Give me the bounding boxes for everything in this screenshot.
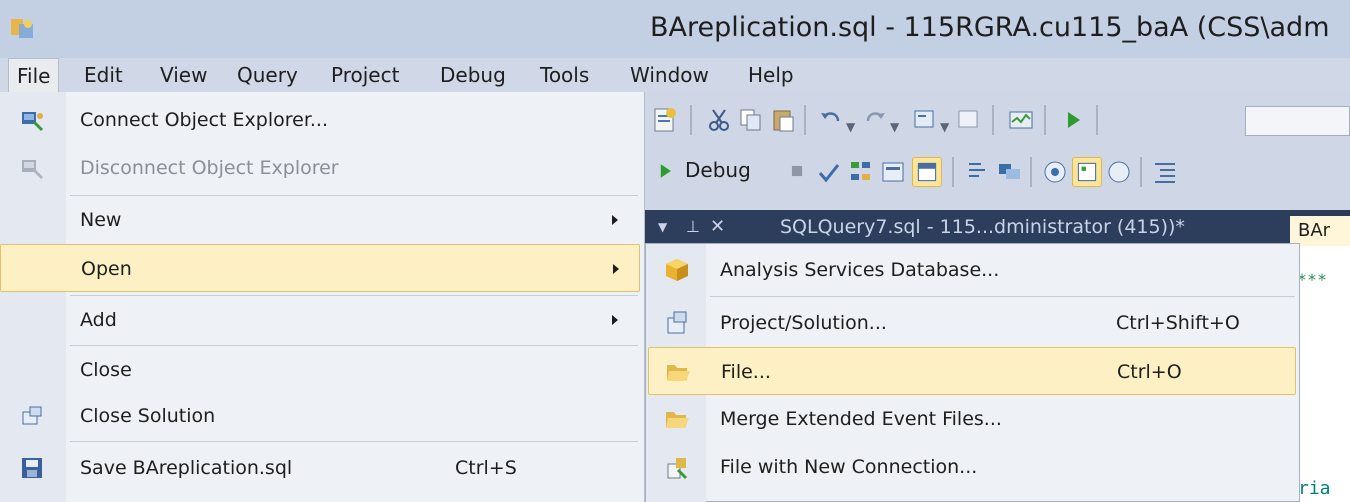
menu-item-label: Close Solution — [80, 405, 216, 427]
menu-item-label: Save BAreplication.sql — [80, 457, 293, 479]
window-title: BAreplication.sql - 115RGRA.cu115_baA (C… — [650, 12, 1330, 43]
menu-item-label: New — [80, 209, 122, 231]
menu-item-shortcut: Ctrl+O — [1117, 361, 1182, 383]
stop-icon[interactable] — [786, 160, 808, 182]
menu-item-label: Analysis Services Database... — [720, 259, 1000, 281]
tab-sqlquery7[interactable]: ▼ ⊥ ✕ SQLQuery7.sql - 115...dministrator… — [640, 210, 1290, 244]
include-plan-icon[interactable] — [1042, 159, 1068, 185]
menu-item-label: Add — [80, 309, 117, 331]
sql-editor-toolbar: Debug — [640, 148, 1350, 196]
paste-icon[interactable] — [770, 107, 796, 133]
redo-icon[interactable] — [862, 107, 888, 133]
menu-item-label: Project/Solution... — [720, 312, 887, 334]
navigate-backward-icon[interactable] — [912, 107, 938, 133]
submenu-arrow-icon — [612, 215, 618, 225]
menu-item-label: File with New Connection... — [720, 456, 978, 478]
project-icon — [667, 311, 687, 334]
file-connection-icon — [667, 458, 688, 480]
menu-window[interactable]: Window — [630, 58, 709, 92]
menu-separator — [70, 441, 638, 442]
submenu-arrow-icon — [613, 264, 619, 274]
menu-query[interactable]: Query — [237, 58, 298, 92]
pin-icon[interactable]: ⊥ — [686, 210, 700, 244]
menu-item-label: Close — [80, 359, 132, 381]
nav-dropdown-icon[interactable]: ▼ — [940, 120, 949, 134]
execute-icon[interactable] — [1060, 107, 1086, 133]
comment-lines-icon[interactable] — [966, 159, 992, 185]
tab-label: SQLQuery7.sql - 115...dministrator (415)… — [780, 216, 1185, 238]
menu-item-label: Merge Extended Event Files... — [720, 408, 1002, 430]
menu-item-disconnect-object-explorer[interactable]: Disconnect Object Explorer — [0, 144, 640, 192]
editor-code-text: ria — [1298, 478, 1331, 499]
undo-dropdown-icon[interactable]: ▼ — [846, 120, 855, 134]
close-tab-icon[interactable]: ✕ — [710, 210, 725, 244]
results-to-grid-icon[interactable] — [912, 157, 942, 187]
menu-item-label: Connect Object Explorer... — [80, 109, 329, 131]
menu-bar: File Edit View Query Project Debug Tools… — [0, 58, 1350, 92]
menu-item-connect-object-explorer[interactable]: Connect Object Explorer... — [0, 96, 640, 144]
menu-item-label: File... — [721, 361, 771, 383]
menu-item-label: Open — [81, 258, 132, 280]
menu-item-shortcut: Ctrl+Shift+O — [1116, 312, 1240, 334]
menu-edit[interactable]: Edit — [84, 58, 123, 92]
menu-tools[interactable]: Tools — [540, 58, 589, 92]
debug-button[interactable]: Debug — [685, 158, 751, 182]
editor-comment-text: *** — [1298, 270, 1328, 289]
submenu-arrow-icon — [612, 315, 618, 325]
undo-icon[interactable] — [818, 107, 844, 133]
submenu-item-file[interactable]: File... Ctrl+O — [648, 347, 1296, 395]
cut-icon[interactable] — [706, 107, 732, 133]
query-options-icon[interactable] — [880, 159, 906, 185]
title-bar: BAreplication.sql - 115RGRA.cu115_baA (C… — [0, 0, 1350, 58]
copy-icon[interactable] — [738, 107, 764, 133]
client-stats-icon[interactable] — [1106, 159, 1132, 185]
menu-item-shortcut: Ctrl+S — [455, 457, 517, 479]
open-submenu: Analysis Services Database... Project/So… — [645, 243, 1300, 502]
toolbar-area: ▼ ▼ ▼ Debug — [640, 92, 1350, 210]
folder-open-icon — [666, 412, 689, 428]
tab-bareplication[interactable]: BAr — [1290, 216, 1350, 246]
menu-item-add[interactable]: Add — [0, 296, 640, 344]
standard-toolbar: ▼ ▼ ▼ — [640, 96, 1350, 144]
disconnect-icon — [22, 160, 44, 180]
menu-item-close-solution[interactable]: Close Solution — [0, 392, 640, 440]
display-plan-icon[interactable] — [848, 159, 874, 185]
indent-icon[interactable] — [1152, 159, 1178, 185]
menu-separator — [710, 296, 1295, 297]
database-selector[interactable] — [1245, 106, 1350, 136]
menu-help[interactable]: Help — [748, 58, 794, 92]
folder-open-icon — [667, 365, 690, 381]
submenu-item-project-solution[interactable]: Project/Solution... Ctrl+Shift+O — [648, 299, 1296, 347]
cube-icon — [666, 259, 688, 281]
navigate-forward-icon[interactable] — [956, 107, 982, 133]
live-stats-icon[interactable] — [1072, 157, 1102, 187]
menu-file[interactable]: File — [8, 58, 60, 92]
close-solution-icon — [22, 406, 42, 425]
menu-item-new[interactable]: New — [0, 196, 640, 244]
debug-play-icon[interactable] — [654, 160, 676, 182]
submenu-item-file-with-new-connection[interactable]: File with New Connection... — [648, 443, 1296, 491]
save-icon — [22, 458, 42, 478]
file-menu-dropdown: Connect Object Explorer... Disconnect Ob… — [0, 92, 645, 502]
menu-view[interactable]: View — [160, 58, 207, 92]
ssms-app-icon[interactable] — [10, 16, 36, 42]
menu-item-close[interactable]: Close — [0, 346, 640, 394]
connect-icon — [22, 112, 44, 132]
submenu-item-merge-extended-event-files[interactable]: Merge Extended Event Files... — [648, 395, 1296, 443]
uncomment-lines-icon[interactable] — [996, 159, 1022, 185]
menu-debug[interactable]: Debug — [440, 58, 506, 92]
submenu-item-analysis-services-database[interactable]: Analysis Services Database... — [648, 246, 1296, 294]
menu-item-label: Disconnect Object Explorer — [80, 157, 339, 179]
menu-item-save[interactable]: Save BAreplication.sql Ctrl+S — [0, 444, 640, 492]
parse-checkmark-icon[interactable] — [816, 160, 842, 186]
menu-item-open[interactable]: Open — [0, 244, 640, 292]
menu-project[interactable]: Project — [331, 58, 399, 92]
tab-dropdown-icon[interactable]: ▼ — [658, 210, 667, 244]
new-query-icon[interactable] — [652, 107, 678, 133]
redo-dropdown-icon[interactable]: ▼ — [890, 120, 899, 134]
activity-monitor-icon[interactable] — [1008, 107, 1034, 133]
